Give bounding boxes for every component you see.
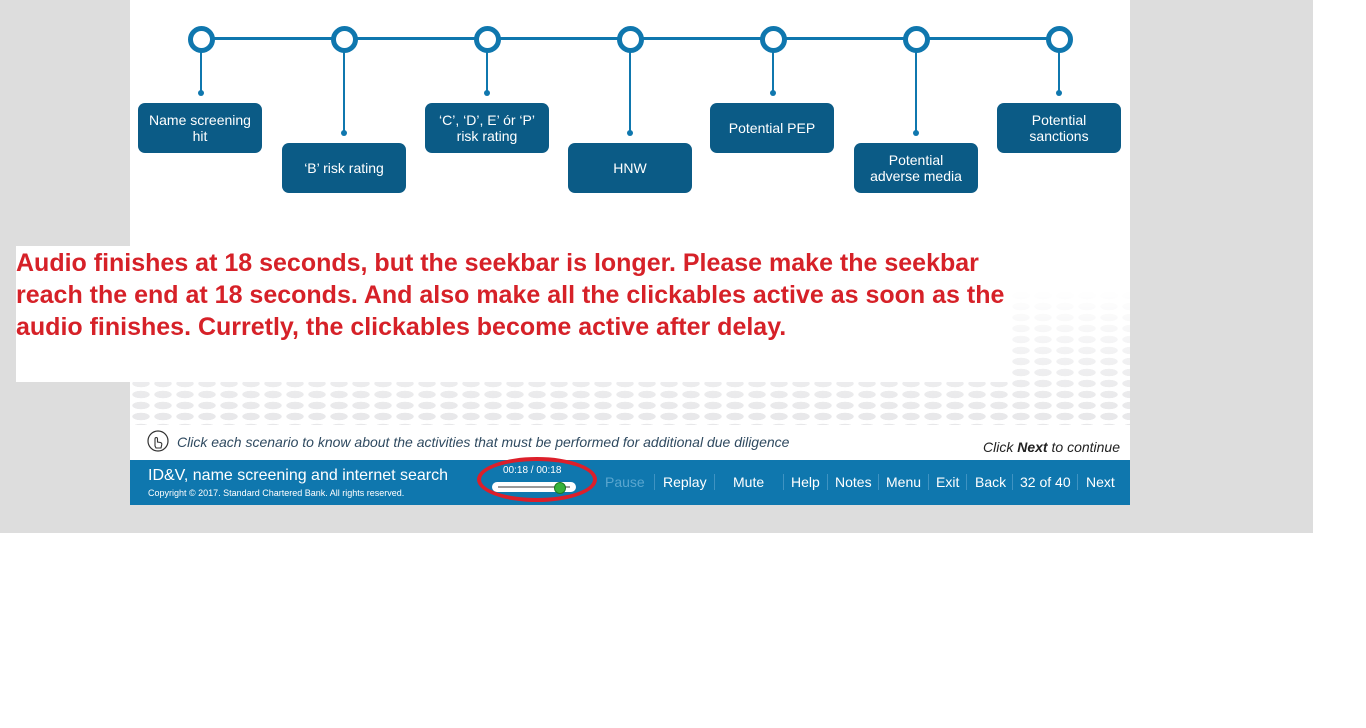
exit-button[interactable]: Exit: [936, 474, 959, 490]
timeline-stem: [343, 50, 345, 132]
timeline-stem: [486, 50, 488, 92]
timeline-stem-dot: [627, 130, 633, 136]
scenario-potential-adverse-media[interactable]: Potential adverse media: [854, 143, 978, 193]
separator: [654, 474, 655, 490]
separator: [783, 474, 784, 490]
player-control-bar: ID&V, name screening and internet search…: [130, 460, 1130, 505]
timeline-stem: [200, 50, 202, 92]
help-button[interactable]: Help: [791, 474, 820, 490]
separator: [966, 474, 967, 490]
scenario-cdep-risk-rating[interactable]: ‘C’, ‘D’, E’ ór ‘P’ risk rating: [425, 103, 549, 153]
separator: [827, 474, 828, 490]
timeline-stem-dot: [198, 90, 204, 96]
timeline-stem-dot: [770, 90, 776, 96]
separator: [928, 474, 929, 490]
timeline-stem: [915, 50, 917, 132]
timeline-node: [617, 26, 644, 53]
mute-button[interactable]: Mute: [733, 474, 764, 490]
timeline-stem: [1058, 50, 1060, 92]
pause-button[interactable]: Pause: [605, 474, 645, 490]
replay-button[interactable]: Replay: [663, 474, 707, 490]
hand-pointer-icon: [147, 430, 169, 452]
timeline-node: [188, 26, 215, 53]
continue-next-word: Next: [1017, 439, 1048, 455]
scenario-hnw[interactable]: HNW: [568, 143, 692, 193]
separator: [1012, 474, 1013, 490]
timeline-node: [1046, 26, 1073, 53]
menu-button[interactable]: Menu: [886, 474, 921, 490]
timeline-node: [331, 26, 358, 53]
timeline-node: [903, 26, 930, 53]
back-button[interactable]: Back: [975, 474, 1006, 490]
scenario-name-screening-hit[interactable]: Name screening hit: [138, 103, 262, 153]
timeline-node: [474, 26, 501, 53]
timeline-stem-dot: [341, 130, 347, 136]
timeline-stem-dot: [484, 90, 490, 96]
continue-prefix: Click: [983, 439, 1018, 455]
course-title: ID&V, name screening and internet search: [148, 467, 449, 484]
separator: [1077, 474, 1078, 490]
highlight-ellipse: [477, 457, 597, 502]
notes-button[interactable]: Notes: [835, 474, 872, 490]
continue-suffix: to continue: [1047, 439, 1120, 455]
timeline-node: [760, 26, 787, 53]
scenario-potential-sanctions[interactable]: Potential sanctions: [997, 103, 1121, 153]
next-button[interactable]: Next: [1086, 474, 1115, 490]
separator: [878, 474, 879, 490]
timeline-stem-dot: [1056, 90, 1062, 96]
scenario-potential-pep[interactable]: Potential PEP: [710, 103, 834, 153]
timeline-stem-dot: [913, 130, 919, 136]
instruction-text: Click each scenario to know about the ac…: [177, 434, 790, 450]
separator: [714, 474, 715, 490]
scenario-b-risk-rating[interactable]: ‘B’ risk rating: [282, 143, 406, 193]
continue-hint: Click Next to continue: [983, 439, 1120, 455]
page-counter: 32 of 40: [1020, 474, 1071, 490]
timeline-stem: [772, 50, 774, 92]
timeline-stem: [629, 50, 631, 132]
copyright-text: Copyright © 2017. Standard Chartered Ban…: [148, 488, 405, 498]
annotation-note: Audio finishes at 18 seconds, but the se…: [16, 246, 1009, 382]
